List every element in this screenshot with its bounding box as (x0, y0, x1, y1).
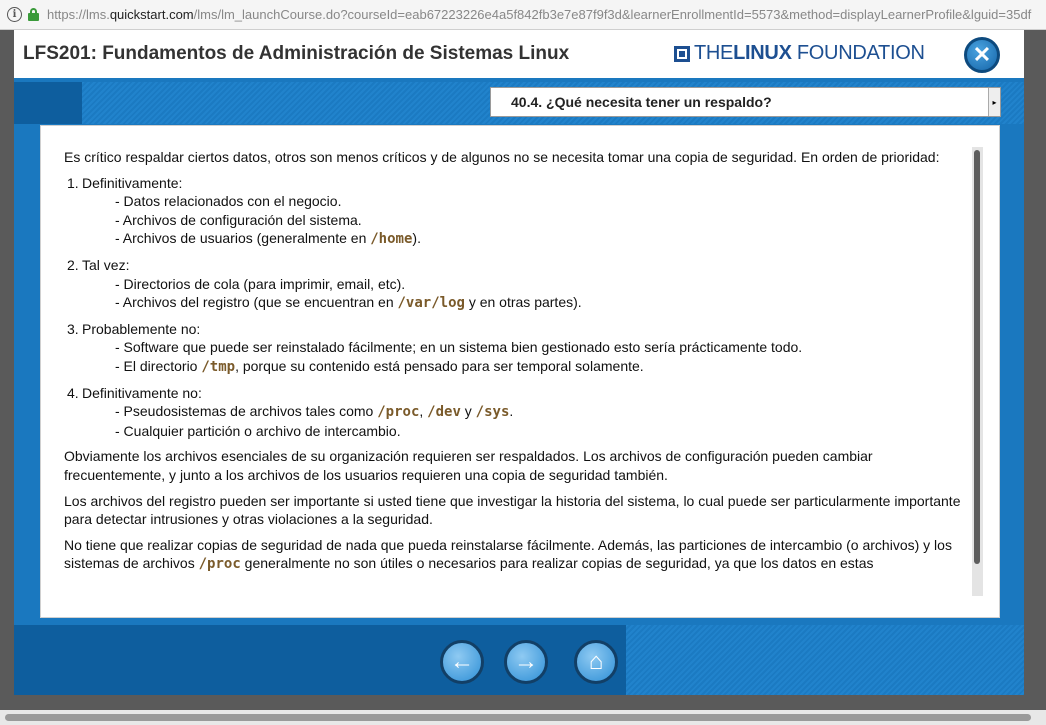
body-paragraph: Los archivos del registro pueden ser imp… (64, 492, 961, 528)
list-item: 2. Tal vez: - Directorios de cola (para i… (67, 256, 582, 312)
lock-icon (27, 8, 39, 21)
home-icon: ⌂ (588, 648, 604, 675)
logo-mark-icon (674, 45, 690, 62)
list-item: 4. Definitivamente no: - Pseudosistemas d… (67, 384, 514, 439)
intro-paragraph: Es crítico respaldar ciertos datos, otro… (64, 149, 940, 165)
list-item: 1. Definitivamente: - Datos relacionados … (67, 174, 421, 248)
arrow-left-icon: ← (450, 648, 474, 675)
body-paragraph: Obviamente los archivos esenciales de su… (64, 448, 873, 483)
lesson-text: Es crítico respaldar ciertos datos, otro… (64, 148, 969, 574)
page-horizontal-scrollbar[interactable] (0, 710, 1046, 725)
course-title: LFS201: Fundamentos de Administración de… (23, 43, 570, 64)
course-header: LFS201: Fundamentos de Administración de… (14, 30, 1024, 78)
info-icon[interactable]: i (7, 7, 22, 22)
close-icon: ✕ (972, 42, 992, 67)
list-item: 3. Probablemente no: - Software que puede… (67, 320, 803, 375)
section-dropdown-value: 40.4. ¿Qué necesita tener un respaldo? (511, 94, 772, 110)
section-dropdown[interactable]: 40.4. ¿Qué necesita tener un respaldo? ▸ (490, 87, 1001, 117)
linux-foundation-logo: THELINUX FOUNDATION (674, 42, 925, 65)
scrollbar-thumb[interactable] (974, 150, 980, 564)
scrollbar-thumb[interactable] (5, 714, 1031, 721)
dropdown-arrow-icon[interactable]: ▸ (988, 88, 1000, 116)
previous-button[interactable]: ← (440, 640, 484, 684)
arrow-right-icon: → (514, 648, 538, 675)
next-button[interactable]: → (504, 640, 548, 684)
address-bar[interactable]: i https://lms.quickstart.com/lms/lm_laun… (0, 0, 1046, 30)
home-button[interactable]: ⌂ (574, 640, 618, 684)
lesson-content-panel: Es crítico respaldar ciertos datos, otro… (40, 125, 1000, 618)
body-paragraph: No tiene que realizar copias de segurida… (64, 536, 952, 573)
url-text[interactable]: https://lms.quickstart.com/lms/lm_launch… (47, 7, 1046, 22)
content-scrollbar[interactable] (972, 147, 983, 596)
close-course-button[interactable]: ✕ (964, 37, 1000, 73)
course-player: LFS201: Fundamentos de Administración de… (14, 30, 1024, 695)
